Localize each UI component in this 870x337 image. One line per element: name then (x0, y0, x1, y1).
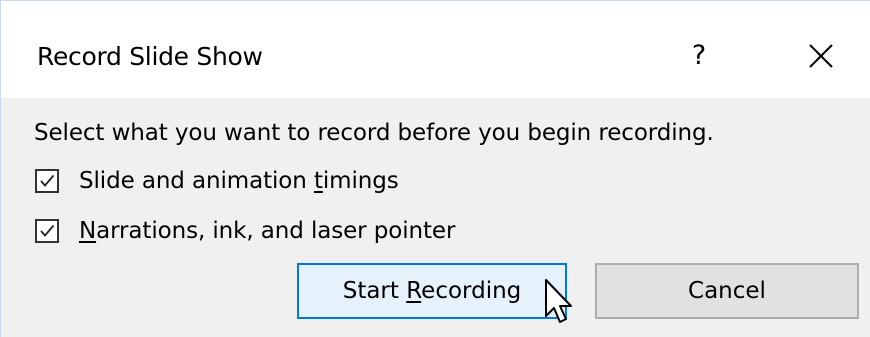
title-bar: Record Slide Show ? (1, 1, 870, 98)
close-icon (809, 44, 833, 68)
record-slide-show-dialog: Record Slide Show ? Select what you want… (0, 0, 870, 337)
dialog-title: Record Slide Show (37, 42, 263, 71)
option-narrations[interactable]: Narrations, ink, and laser pointer (35, 213, 455, 249)
checkmark-icon (40, 174, 55, 187)
help-button[interactable]: ? (677, 31, 721, 81)
slide-timings-label: Slide and animation timings (79, 168, 399, 194)
mouse-cursor-icon (545, 279, 572, 323)
narrations-checkbox[interactable] (35, 219, 59, 243)
narrations-label: Narrations, ink, and laser pointer (79, 218, 456, 244)
cancel-button[interactable]: Cancel (595, 263, 859, 319)
start-recording-button[interactable]: Start Recording (297, 263, 567, 319)
instruction-text: Select what you want to record before yo… (34, 120, 714, 146)
slide-timings-checkbox[interactable] (35, 169, 59, 193)
option-slide-timings[interactable]: Slide and animation timings (35, 163, 399, 199)
close-button[interactable] (791, 31, 851, 81)
checkmark-icon (40, 224, 55, 237)
